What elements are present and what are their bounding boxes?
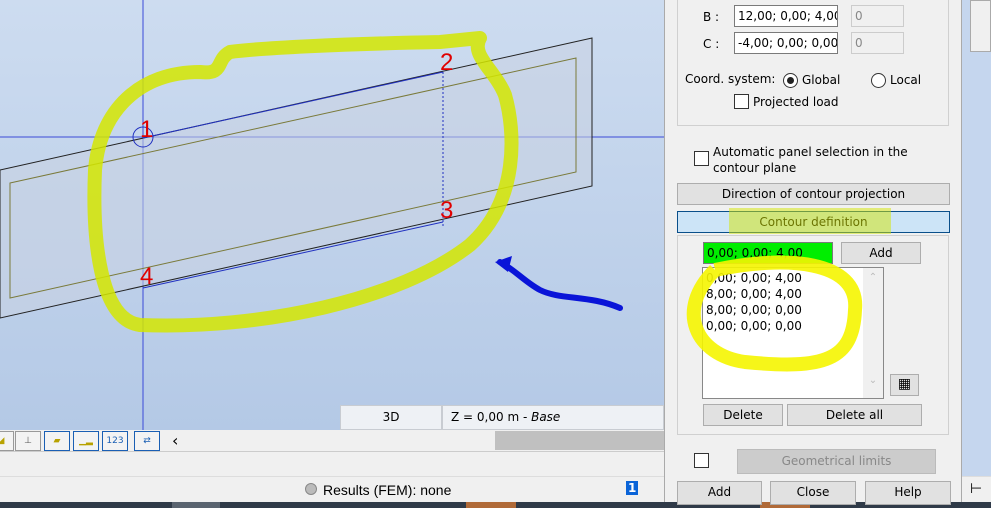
results-status: Results (FEM): none: [323, 482, 452, 498]
highlight-circle: [686, 255, 863, 372]
b-coordinates-input[interactable]: 12,00; 0,00; 4,00: [734, 5, 838, 27]
node-label-3: 3: [440, 197, 453, 224]
tab-3d[interactable]: 3D: [340, 405, 442, 430]
geometrical-limits-checkbox[interactable]: [694, 453, 709, 468]
coord-system-label: Coord. system:: [685, 72, 776, 86]
right-viewport-strip: [962, 0, 991, 476]
3d-viewport[interactable]: 1 2 3 4 3D Z = 0,00 m - Base: [0, 0, 664, 430]
annotation-arrow: [497, 259, 623, 311]
page-indicator: 1: [626, 481, 639, 495]
level-name: Base: [531, 410, 561, 424]
model-drawing: 1 2 3 4: [0, 0, 664, 430]
projected-load-checkbox[interactable]: [734, 94, 749, 109]
load-icon[interactable]: ◢: [0, 431, 14, 451]
b-label: B :: [703, 10, 720, 24]
help-button[interactable]: Help: [865, 481, 951, 505]
contour-dialog: B : 12,00; 0,00; 4,00 0 C : -4,00; 0,00;…: [664, 0, 962, 505]
projected-load-label: Projected load: [753, 95, 839, 109]
scroll-left-icon[interactable]: ‹: [172, 431, 178, 450]
support-icon[interactable]: ⊥: [15, 431, 41, 451]
delete-all-button[interactable]: Delete all: [787, 404, 922, 426]
table-icon[interactable]: ▦: [890, 374, 919, 396]
global-radio[interactable]: [783, 73, 798, 88]
delete-button[interactable]: Delete: [703, 404, 783, 426]
geometrical-limits-button: Geometrical limits: [737, 449, 936, 474]
c-extra-input: 0: [851, 32, 904, 54]
node-label-4: 4: [140, 263, 153, 290]
node-label-1: 1: [140, 116, 153, 143]
numbering-icon[interactable]: 123: [102, 431, 128, 451]
level-prefix: Z = 0,00 m -: [451, 410, 532, 424]
panel-icon[interactable]: ▰: [44, 431, 70, 451]
local-label: Local: [890, 73, 922, 87]
local-radio[interactable]: [871, 73, 886, 88]
results-status-icon: [305, 483, 317, 495]
auto-panel-checkbox[interactable]: [694, 151, 709, 166]
highlight-mark: [729, 208, 891, 234]
numbering-text: 123: [106, 436, 124, 446]
b-extra-input: 0: [851, 5, 904, 27]
node-label-2: 2: [440, 49, 453, 76]
close-button[interactable]: Close: [770, 481, 856, 505]
auto-panel-label: Automatic panel selection in the contour…: [713, 145, 908, 175]
add-button[interactable]: Add: [677, 481, 762, 505]
axis-icon[interactable]: ⊢: [970, 481, 982, 497]
c-coordinates-input[interactable]: -4,00; 0,00; 0,00: [734, 32, 838, 54]
side-panel: [970, 0, 991, 52]
c-label: C :: [703, 37, 720, 51]
global-label: Global: [802, 73, 841, 87]
planar-load-icon[interactable]: ▁▂: [73, 431, 99, 451]
swap-icon[interactable]: ⇄: [134, 431, 160, 451]
direction-projection-button[interactable]: Direction of contour projection: [677, 183, 950, 205]
tab-level[interactable]: Z = 0,00 m - Base: [442, 405, 664, 430]
